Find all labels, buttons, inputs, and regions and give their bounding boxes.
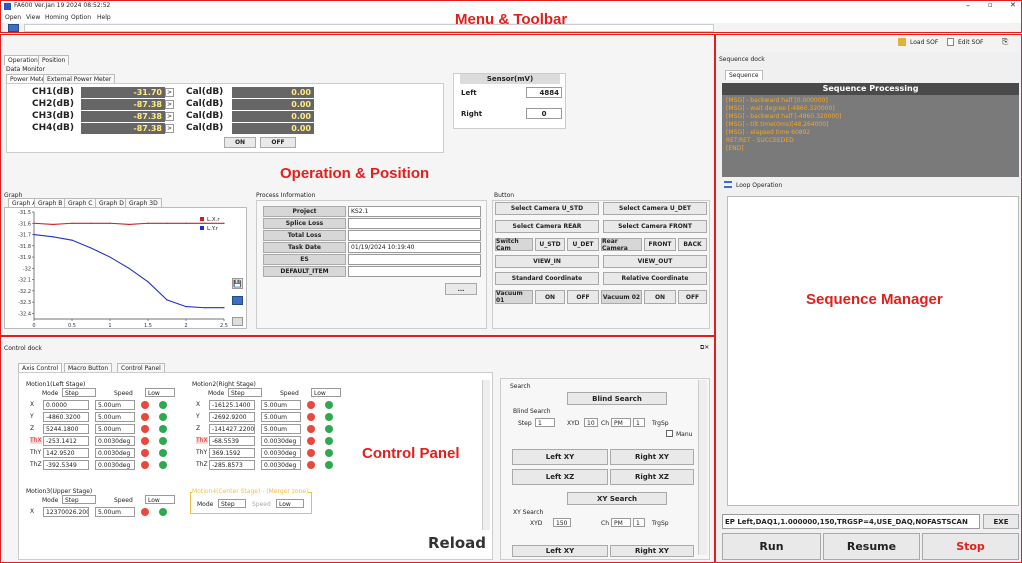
control-annotation-box [0,336,715,563]
control-annotation: Control Panel [362,445,460,462]
menu-toolbar-annotation: Menu & Toolbar [455,11,568,28]
operation-annotation-box [0,34,715,336]
operation-annotation: Operation & Position [280,165,430,182]
sequence-annotation: Sequence Manager [806,291,943,308]
